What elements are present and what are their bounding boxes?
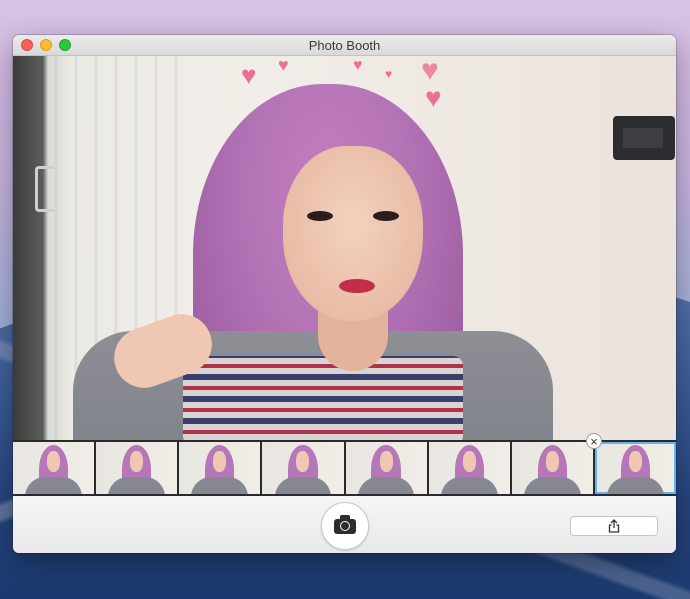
photo-thumbnail[interactable] [13,442,95,494]
share-icon [608,519,620,533]
photo-thumbnail-selected[interactable] [594,442,676,494]
window-title: Photo Booth [308,38,381,53]
heart-effect-icon: ♥ [385,67,393,81]
camera-icon [334,514,356,534]
heart-effect-icon: ♥ [353,57,363,74]
bottom-toolbar [13,496,676,553]
heart-effect-icon: ♥ [241,60,257,90]
background-light-switch [613,116,675,160]
person-eye-right [373,211,399,221]
photo-thumbnail[interactable] [96,442,178,494]
sweater-stripes [183,356,463,440]
photo-booth-window: Photo Booth ♥ ♥ ♥ ♥ ♥ ♥ × [13,35,676,553]
photo-thumbnail[interactable] [511,442,593,494]
background-door-handle [35,166,54,212]
share-button[interactable] [570,516,658,536]
person-eye-left [307,211,333,221]
filmstrip [13,440,676,496]
title-bar[interactable]: Photo Booth [13,35,676,56]
photo-thumbnail[interactable] [262,442,344,494]
heart-effect-icon: ♥ [278,56,289,75]
person-face [283,146,423,321]
person-lips [339,279,375,293]
heart-effect-icon: ♥ [425,82,442,113]
photo-thumbnail[interactable] [179,442,261,494]
photo-thumbnail[interactable] [345,442,427,494]
photo-thumbnail[interactable] [428,442,510,494]
delete-icon[interactable]: × [586,433,602,449]
take-photo-button[interactable] [321,502,369,550]
camera-preview: ♥ ♥ ♥ ♥ ♥ ♥ [13,56,676,440]
